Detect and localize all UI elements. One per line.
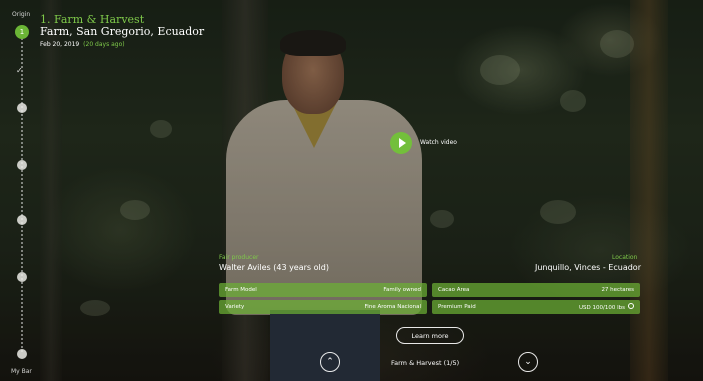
rail-step-dot[interactable] (17, 215, 27, 225)
info-icon[interactable] (628, 303, 634, 309)
chevron-down-icon: ⌄ (524, 357, 532, 367)
rail-step-dot[interactable] (17, 272, 27, 282)
chevron-up-icon: ⌃ (326, 357, 334, 367)
rail-bar-label: My Bar (11, 368, 32, 375)
location-label: Location (612, 254, 638, 261)
detail-variety: Variety Fine Aroma Nacional (219, 300, 427, 314)
detail-value: Family owned (383, 287, 421, 293)
farmer-label: Fair producer (219, 254, 259, 261)
date-ago: (20 days ago) (83, 41, 125, 48)
detail-value: 27 hectares (601, 287, 634, 293)
play-icon (398, 138, 406, 148)
detail-label: Farm Model (225, 287, 257, 293)
detail-label: Premium Paid (438, 304, 476, 310)
detail-cacao-area: Cacao Area 27 hectares (432, 283, 640, 297)
play-video-button[interactable] (390, 132, 412, 154)
detail-label: Variety (225, 304, 245, 310)
learn-more-button[interactable]: Learn more (396, 327, 464, 344)
location-value: Junquillo, Vinces - Ecuador (534, 263, 641, 272)
detail-value: Fine Aroma Nacional (364, 304, 421, 310)
rail-step-dot[interactable] (17, 160, 27, 170)
detail-label: Cacao Area (438, 287, 470, 293)
detail-premium-paid: Premium Paid USD 100/100 lbs (432, 300, 640, 314)
farmer-value: Walter Aviles (43 years old) (219, 263, 329, 272)
background-photo (0, 0, 703, 381)
next-step-button[interactable]: ⌄ (518, 352, 538, 372)
farm-location: Farm, San Gregorio, Ecuador (40, 25, 205, 38)
rail-step-active[interactable]: 1 (15, 25, 29, 39)
detail-value: USD 100/100 lbs (579, 305, 625, 311)
previous-step-button[interactable]: ⌃ (320, 352, 340, 372)
rail-step-number: 1 (19, 28, 25, 36)
rail-origin-label: Origin (12, 11, 31, 18)
rail-check-icon: ✓ (16, 66, 23, 75)
watch-video-link[interactable]: Watch video (420, 139, 457, 146)
step-indicator: Farm & Harvest (1/5) (391, 359, 460, 367)
detail-farm-model: Farm Model Family owned (219, 283, 427, 297)
date-row: Feb 20, 2019 (20 days ago) (40, 41, 125, 48)
harvest-date: Feb 20, 2019 (40, 41, 80, 48)
rail-step-dot[interactable] (17, 349, 27, 359)
rail-step-dot[interactable] (17, 103, 27, 113)
